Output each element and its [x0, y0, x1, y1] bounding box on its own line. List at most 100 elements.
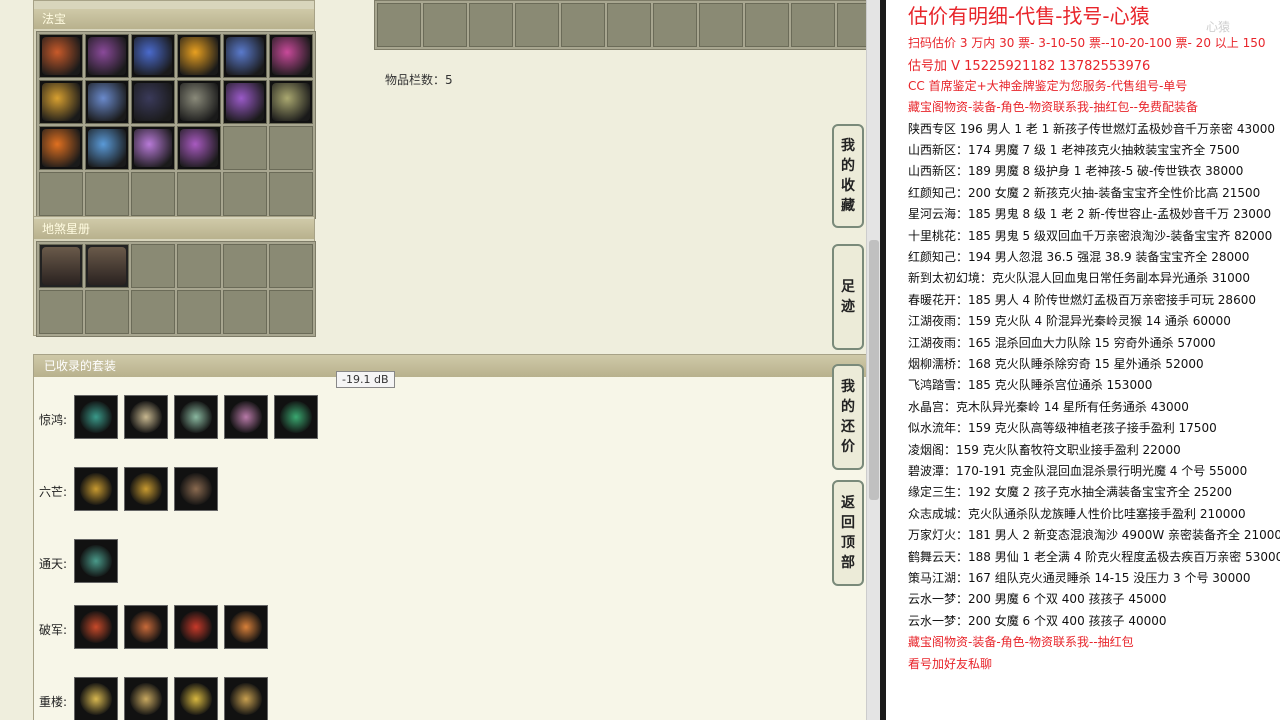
dishaxing-panel: 地煞星册 — [33, 216, 316, 337]
dishaxing-slot[interactable] — [39, 244, 83, 288]
fabao-slot[interactable] — [39, 34, 83, 78]
set-piece[interactable] — [174, 605, 218, 649]
inventory-slot[interactable] — [469, 3, 513, 47]
set-label: 重楼: — [39, 695, 68, 709]
fabao-slot[interactable] — [85, 34, 129, 78]
fabao-slot[interactable] — [223, 34, 267, 78]
set-piece[interactable] — [124, 395, 168, 439]
set-piece[interactable] — [124, 605, 168, 649]
fabao-slot[interactable] — [177, 80, 221, 124]
fabao-slot[interactable] — [269, 80, 313, 124]
set-piece[interactable] — [224, 605, 268, 649]
set-piece[interactable] — [74, 395, 118, 439]
set-piece[interactable] — [174, 395, 218, 439]
fabao-slot[interactable] — [223, 126, 267, 170]
ad-line: 策马江湖：167 组队克火通灵睡杀 14-15 没压力 3 个号 30000 — [908, 571, 1251, 585]
fabao-slot[interactable] — [131, 126, 175, 170]
set-piece[interactable] — [74, 605, 118, 649]
side-button[interactable]: 我的还价 — [832, 364, 864, 470]
ad-line: 众志成城：克火队通杀队龙族睡人性价比哇塞接手盈利 210000 — [908, 506, 1246, 521]
fabao-item-icon — [88, 83, 126, 121]
inventory-slot[interactable] — [791, 3, 835, 47]
side-button-char: 藏 — [841, 198, 855, 214]
dishaxing-slot[interactable] — [269, 290, 313, 334]
ad-line: 新到太初幻境：克火队混人回血鬼日常任务副本异光通杀 31000 — [908, 271, 1250, 286]
fabao-slot[interactable] — [85, 126, 129, 170]
fabao-slot[interactable] — [131, 80, 175, 124]
fabao-slot[interactable] — [39, 80, 83, 124]
set-piece[interactable] — [124, 467, 168, 511]
dishaxing-slot[interactable] — [131, 244, 175, 288]
dishaxing-slot[interactable] — [177, 244, 221, 288]
scrollbar[interactable] — [866, 0, 880, 720]
ad-line: 山西新区：189 男魔 8 级护身 1 老神孩-5 破-传世铁衣 38000 — [908, 164, 1244, 179]
fabao-slot[interactable] — [269, 34, 313, 78]
dishaxing-slot[interactable] — [177, 290, 221, 334]
side-button-char: 的 — [841, 158, 855, 174]
set-label: 惊鸿: — [39, 413, 68, 427]
inventory-slot[interactable] — [699, 3, 743, 47]
fabao-item-icon — [134, 129, 172, 167]
set-piece[interactable] — [274, 395, 318, 439]
fabao-slot[interactable] — [39, 126, 83, 170]
set-label: 六芒: — [39, 485, 68, 499]
dishaxing-slot[interactable] — [269, 244, 313, 288]
fabao-slot[interactable] — [131, 172, 175, 216]
ad-line: 水晶宫：克木队异光秦岭 14 星所有任务通杀 43000 — [908, 399, 1189, 414]
dishaxing-slot[interactable] — [223, 244, 267, 288]
fabao-slot[interactable] — [85, 80, 129, 124]
set-piece[interactable] — [124, 677, 168, 720]
fabao-slot[interactable] — [177, 172, 221, 216]
ad-line: 江湖夜雨：159 克火队 4 阶混异光秦岭灵猴 14 通杀 60000 — [908, 314, 1231, 329]
set-piece[interactable] — [74, 467, 118, 511]
ad-line: 陕西专区 196 男人 1 老 1 新孩子传世燃灯孟极妙音千万亲密 43000 — [908, 121, 1276, 136]
set-piece-icon — [230, 683, 262, 715]
side-button[interactable]: 返回顶部 — [832, 480, 864, 586]
inventory-slot[interactable] — [423, 3, 467, 47]
set-piece[interactable] — [224, 395, 268, 439]
side-button-char: 还 — [841, 419, 855, 435]
set-piece-icon — [80, 473, 112, 505]
set-piece-icon — [80, 683, 112, 715]
dishaxing-slot[interactable] — [85, 244, 129, 288]
set-piece-icon — [180, 473, 212, 505]
set-piece-icon — [80, 611, 112, 643]
dishaxing-slot[interactable] — [39, 290, 83, 334]
fabao-slot[interactable] — [177, 34, 221, 78]
fabao-slot[interactable] — [269, 172, 313, 216]
set-piece[interactable] — [174, 467, 218, 511]
fabao-slot[interactable] — [39, 172, 83, 216]
set-piece[interactable] — [74, 539, 118, 583]
fabao-slot[interactable] — [223, 80, 267, 124]
inventory-slot[interactable] — [377, 3, 421, 47]
ad-line: 鹤舞云天：188 男仙 1 老全满 4 阶克火程度孟极去疾百万亲密 53000 — [908, 549, 1280, 564]
scrollbar-thumb[interactable] — [869, 240, 879, 500]
item-count: 物品栏数：5 — [385, 73, 453, 87]
fabao-slot[interactable] — [269, 126, 313, 170]
set-piece[interactable] — [74, 677, 118, 720]
fabao-item-icon — [226, 37, 264, 75]
fabao-panel: 法宝 — [33, 0, 316, 219]
inventory-slot[interactable] — [607, 3, 651, 47]
inventory-slot[interactable] — [515, 3, 559, 47]
dishaxing-slot[interactable] — [85, 290, 129, 334]
side-button-char: 返 — [841, 495, 855, 511]
set-piece[interactable] — [174, 677, 218, 720]
inventory-slot[interactable] — [561, 3, 605, 47]
collected-sets-panel: 已收录的套装 惊鸿: 六芒: 通天: 破军: 重楼: — [33, 354, 868, 720]
ad-line: 碧波潭：170-191 克金队混回血混杀景行明光魔 4 个号 55000 — [908, 464, 1248, 478]
inventory-slot[interactable] — [653, 3, 697, 47]
dishaxing-slot[interactable] — [223, 290, 267, 334]
fabao-slot[interactable] — [131, 34, 175, 78]
ad-line: 春暖花开：185 男人 4 阶传世燃灯孟极百万亲密接手可玩 28600 — [908, 292, 1256, 307]
ad-line: 估号加 V 15225921182 13782553976 — [908, 59, 1151, 75]
dishaxing-slot[interactable] — [131, 290, 175, 334]
set-piece[interactable] — [224, 677, 268, 720]
fabao-slot[interactable] — [177, 126, 221, 170]
fabao-slot[interactable] — [85, 172, 129, 216]
fabao-slot[interactable] — [223, 172, 267, 216]
side-button-char: 我 — [841, 379, 855, 395]
inventory-slot[interactable] — [745, 3, 789, 47]
side-button[interactable]: 足迹 — [832, 244, 864, 350]
side-button[interactable]: 我的收藏 — [832, 124, 864, 228]
